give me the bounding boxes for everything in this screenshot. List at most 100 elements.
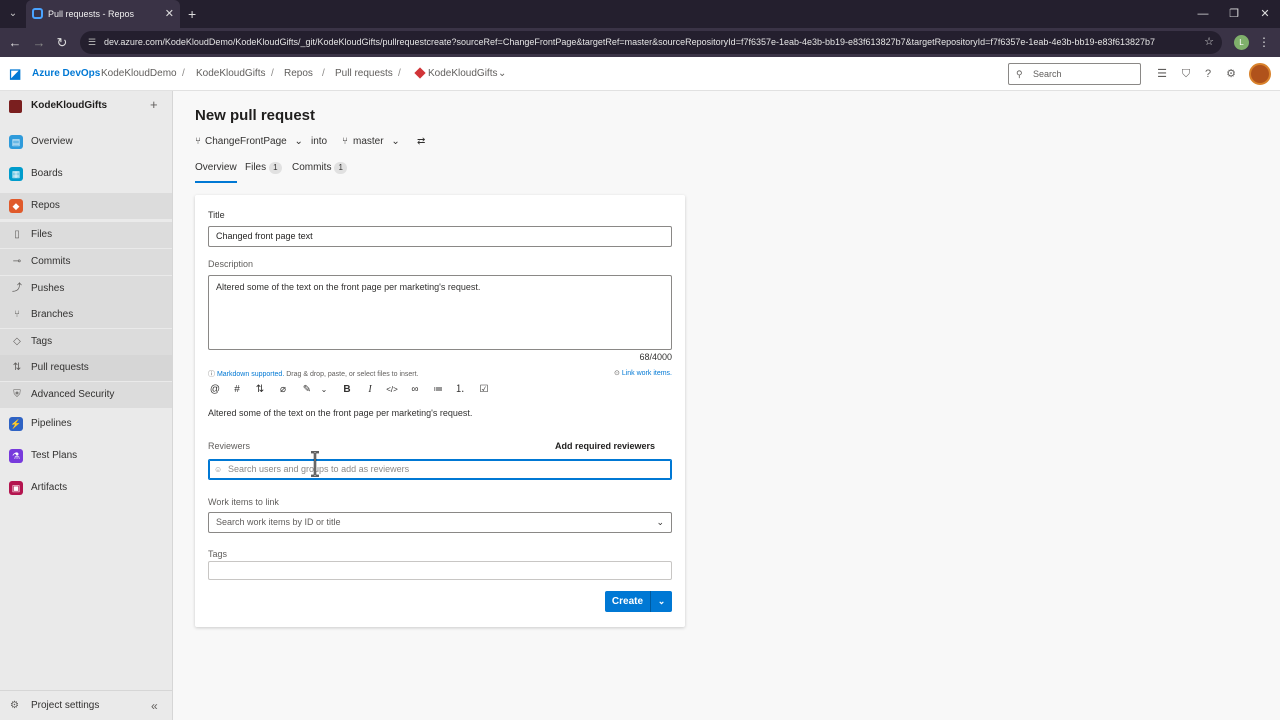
description-label: Description xyxy=(208,259,254,269)
forward-icon[interactable]: → xyxy=(29,28,49,57)
close-window-icon[interactable]: ✕ xyxy=(1250,0,1280,28)
project-settings-link[interactable]: ⚙ Project settings « xyxy=(0,690,172,720)
azure-devops-favicon-icon xyxy=(32,8,43,19)
marketplace-bag-icon[interactable]: ⛉ xyxy=(1179,57,1193,91)
back-icon[interactable]: ← xyxy=(5,28,25,57)
italic-icon[interactable]: I xyxy=(363,382,377,398)
add-required-reviewers-button[interactable]: Add required reviewers xyxy=(555,441,655,451)
sidebar-item-test-plans[interactable]: ⚗ Test Plans xyxy=(0,443,172,469)
sidebar-item-branches[interactable]: ⑂ Branches xyxy=(0,302,172,328)
project-header[interactable]: KodeKloudGifts + xyxy=(0,91,172,121)
close-tab-icon[interactable]: ✕ xyxy=(165,0,174,28)
source-branch-dropdown[interactable]: ChangeFrontPage ⌄ xyxy=(205,134,303,150)
sidebar-item-tags[interactable]: ◇ Tags xyxy=(0,329,172,355)
breadcrumb-organization[interactable]: KodeKloudDemo xyxy=(101,57,177,91)
breadcrumb-separator: / xyxy=(322,68,325,79)
brand-link[interactable]: Azure DevOps xyxy=(32,57,100,91)
create-button[interactable]: Create xyxy=(605,591,650,612)
link-icon: ⊙ xyxy=(614,370,622,377)
reviewers-label: Reviewers xyxy=(208,441,251,451)
browser-menu-icon[interactable]: ⋮ xyxy=(1258,28,1270,57)
search-icon: ⚲ xyxy=(1016,69,1023,79)
devops-header: ◪ Azure DevOps KodeKloudDemo / KodeKloud… xyxy=(0,57,1280,91)
page-title: New pull request xyxy=(195,107,316,124)
help-icon[interactable]: ? xyxy=(1201,57,1215,91)
work-items-search-input[interactable]: Search work items by ID or title ⌄ xyxy=(208,512,672,533)
sidebar-item-repos[interactable]: ◆ Repos xyxy=(0,193,172,219)
pull-requests-icon: ⇅ xyxy=(12,362,22,373)
azure-devops-logo-icon[interactable]: ◪ xyxy=(9,67,23,81)
checklist-icon[interactable]: ☑ xyxy=(477,382,491,398)
commits-icon: ⊸ xyxy=(12,256,22,267)
target-branch-dropdown[interactable]: master ⌄ xyxy=(353,134,400,150)
highlight-icon[interactable]: ✎ xyxy=(300,382,314,398)
highlight-chevron-down-icon[interactable]: ⌄ xyxy=(317,382,331,398)
pipelines-icon: ⚡ xyxy=(9,417,23,431)
browser-tab[interactable]: Pull requests - Repos ✕ xyxy=(26,0,180,28)
minimize-icon[interactable]: — xyxy=(1188,0,1218,28)
url-text: dev.azure.com/KodeKloudDemo/KodeKloudGif… xyxy=(104,37,1156,47)
numbered-list-icon[interactable]: ⒈ xyxy=(453,382,467,398)
swap-branches-icon[interactable]: ⇄ xyxy=(417,134,425,150)
markdown-supported-link[interactable]: Markdown supported. xyxy=(217,371,284,378)
breadcrumb-repository[interactable]: KodeKloudGifts xyxy=(428,57,498,91)
chevron-down-icon[interactable]: ⌄ xyxy=(656,513,664,532)
tags-input[interactable] xyxy=(208,561,672,580)
work-items-label: Work items to link xyxy=(208,497,279,507)
repos-icon: ◆ xyxy=(9,199,23,213)
mention-icon[interactable]: @ xyxy=(208,382,222,398)
new-tab-icon[interactable]: + xyxy=(188,0,196,28)
collapse-sidebar-icon[interactable]: « xyxy=(151,691,158,720)
tab-files[interactable]: Files 1 xyxy=(245,160,282,176)
sidebar-item-pull-requests[interactable]: ⇅ Pull requests xyxy=(0,355,172,381)
tab-overview[interactable]: Overview xyxy=(195,160,237,183)
sidebar-item-advanced-security[interactable]: ⛨ Advanced Security xyxy=(0,382,172,408)
sidebar-item-artifacts[interactable]: ▣ Artifacts xyxy=(0,475,172,501)
bookmark-star-icon[interactable]: ☆ xyxy=(1204,31,1214,54)
files-count-badge: 1 xyxy=(269,162,282,174)
files-icon: ▯ xyxy=(14,229,20,240)
profile-avatar[interactable]: L xyxy=(1234,35,1249,50)
sidebar-item-commits[interactable]: ⊸ Commits xyxy=(0,249,172,275)
breadcrumb-pull-requests[interactable]: Pull requests xyxy=(335,57,393,91)
project-avatar xyxy=(9,100,22,113)
reload-icon[interactable]: ↻ xyxy=(52,28,72,57)
reviewers-search-input[interactable]: ☺ Search users and groups to add as revi… xyxy=(208,459,672,480)
user-avatar[interactable] xyxy=(1249,63,1271,85)
chevron-down-icon: ⌄ xyxy=(294,136,303,147)
restore-icon[interactable]: ❐ xyxy=(1219,0,1249,28)
link-work-items-link[interactable]: ⊙ Link work items. xyxy=(614,369,672,377)
description-textarea[interactable]: Altered some of the text on the front pa… xyxy=(208,275,672,350)
breadcrumb-separator: / xyxy=(271,68,274,79)
sidebar-item-boards[interactable]: ▦ Boards xyxy=(0,161,172,187)
tab-commits[interactable]: Commits 1 xyxy=(292,160,347,176)
bold-icon[interactable]: B xyxy=(340,382,354,398)
git-repo-icon xyxy=(414,67,426,79)
hashtag-work-item-icon[interactable]: # xyxy=(230,382,244,398)
search-input[interactable]: ⚲ Search xyxy=(1008,63,1141,85)
code-icon[interactable]: </> xyxy=(385,382,399,398)
breadcrumb-project[interactable]: KodeKloudGifts xyxy=(196,57,266,91)
attachment-icon[interactable]: ⌀ xyxy=(276,382,290,398)
tab-search-icon[interactable]: ⌄ xyxy=(6,7,20,21)
sidebar-item-files[interactable]: ▯ Files xyxy=(0,222,172,248)
create-options-chevron-down-icon[interactable]: ⌄ xyxy=(651,591,672,612)
title-input[interactable]: Changed front page text xyxy=(208,226,672,247)
repository-chevron-down-icon[interactable]: ⌄ xyxy=(498,57,506,91)
task-list-icon[interactable]: ☰ xyxy=(1155,57,1169,91)
sidebar-item-pipelines[interactable]: ⚡ Pipelines xyxy=(0,411,172,437)
site-info-icon[interactable]: ☰ xyxy=(88,31,96,54)
address-bar[interactable]: ☰ dev.azure.com/KodeKloudDemo/KodeKloudG… xyxy=(80,31,1222,54)
sidebar-item-overview[interactable]: ▤ Overview xyxy=(0,129,172,155)
create-split-button: Create ⌄ xyxy=(605,591,672,612)
text-cursor-icon xyxy=(311,451,319,477)
test-plans-icon: ⚗ xyxy=(9,449,23,463)
bulleted-list-icon[interactable]: ≔ xyxy=(431,382,445,398)
pull-request-link-icon[interactable]: ⇅ xyxy=(253,382,267,398)
add-new-icon[interactable]: + xyxy=(150,91,158,119)
hyperlink-icon[interactable]: ∞ xyxy=(408,382,422,398)
user-settings-icon[interactable]: ⚙ xyxy=(1224,57,1238,91)
sidebar-item-pushes[interactable]: ⤴ Pushes xyxy=(0,276,172,302)
breadcrumb-repos[interactable]: Repos xyxy=(284,57,313,91)
into-label: into xyxy=(311,136,328,147)
